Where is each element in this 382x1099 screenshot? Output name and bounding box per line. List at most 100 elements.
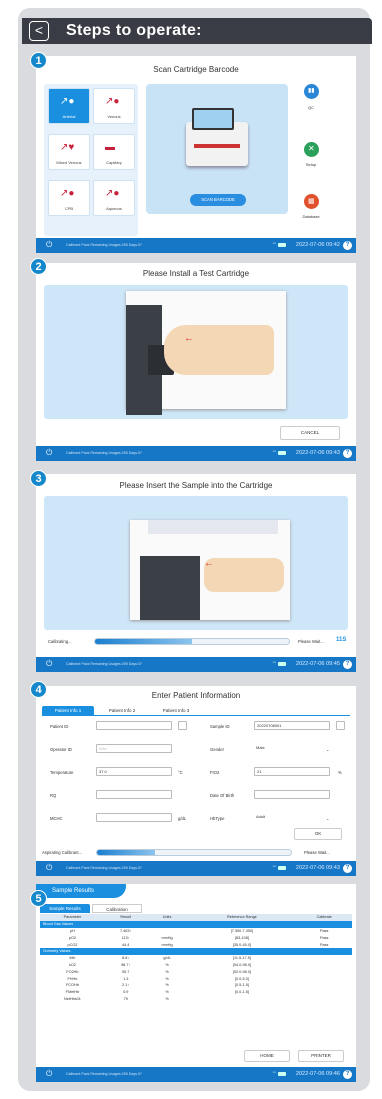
printer-icon: ▭ <box>272 1070 276 1074</box>
sample-id-field[interactable]: 20220706001 <box>254 721 330 730</box>
sample-id-label: Sample ID <box>210 724 230 729</box>
help-button[interactable]: ? <box>343 660 352 669</box>
tab-patient-info-1[interactable]: Patient Info 1 <box>42 706 94 715</box>
table-cell: % <box>165 996 169 1001</box>
power-icon[interactable]: ⏻ <box>46 240 56 250</box>
table-row: FO2Hb 95.7% [92.0-98.0] <box>40 968 352 975</box>
help-button[interactable]: ? <box>343 1070 352 1079</box>
table-cell: sO2 <box>68 962 76 967</box>
chevron-down-icon: ⌄ <box>326 816 330 821</box>
table-cell <box>296 996 352 1003</box>
table-cell: Pass <box>319 935 329 940</box>
rq-field[interactable] <box>96 790 172 799</box>
step4-screen: Enter Patient Information Patient Info 1… <box>36 686 356 876</box>
tools-icon: ✕ <box>308 144 315 153</box>
datetime: 2022-07-06 09:43 <box>295 450 340 456</box>
table-row: FHHb 1.3% [0.0-5.0] <box>40 975 352 982</box>
status-bar: ⏻ Calibrant Pack Remaining Usages:295 Day… <box>36 238 356 253</box>
power-icon[interactable]: ⏻ <box>46 659 56 669</box>
battery-icon <box>278 243 286 247</box>
patient-id-label: Patient ID <box>50 724 69 729</box>
database-button[interactable]: ▦ <box>304 194 319 209</box>
tile-aqueous[interactable]: ↗● Aqueous <box>93 180 135 216</box>
table-row: sO2 98.7↑% [94.0-98.0] <box>40 962 352 969</box>
tab-patient-info-3[interactable]: Patient Info 3 <box>150 706 202 715</box>
hand-image <box>204 558 284 592</box>
datetime: 2022-07-06 09:46 <box>295 1071 340 1077</box>
home-button[interactable]: HOME <box>244 1050 290 1062</box>
step3-screen: Please Insert the Sample into the Cartri… <box>36 474 356 672</box>
help-button[interactable]: ? <box>343 864 352 873</box>
status-bar: ⏻ Calibrant Pack Remaining Usages:295 Day… <box>36 446 356 461</box>
insert-illustration: ← <box>44 496 348 630</box>
patient-id-field[interactable] <box>96 721 172 730</box>
mchc-field[interactable] <box>96 813 172 822</box>
printer-icon: ▭ <box>272 241 276 245</box>
printer-button[interactable]: PRINTER <box>298 1050 344 1062</box>
fio2-field[interactable]: 21 <box>254 767 330 776</box>
column-header: Reference Range <box>187 914 297 921</box>
qc-button[interactable]: ▮▮ <box>304 84 319 99</box>
table-cell: [0.0-1.5] <box>234 990 249 995</box>
help-button[interactable]: ? <box>343 449 352 458</box>
tile-capillary[interactable]: ▬ Capillary <box>93 134 135 170</box>
analyzer-device-image <box>186 108 248 166</box>
tab-patient-info-2[interactable]: Patient Info 2 <box>96 706 148 715</box>
power-icon[interactable]: ⏻ <box>46 863 56 873</box>
power-icon[interactable]: ⏻ <box>46 1069 56 1079</box>
status-bar: ⏻ Calibrant Pack Remaining Usages:295 Day… <box>36 861 356 876</box>
syringe-drop-icon: ↗● <box>60 96 75 107</box>
calibrating-label: Calibrating... <box>48 639 72 644</box>
fio2-label: FIO2 <box>210 770 220 775</box>
keyboard-icon[interactable] <box>178 721 187 730</box>
table-cell: FHHb <box>67 976 78 981</box>
table-cell: 79 <box>123 996 128 1001</box>
dob-label: Date Of Birth <box>210 793 235 798</box>
dob-field[interactable] <box>254 790 330 799</box>
temperature-field[interactable]: 37.0 <box>96 767 172 776</box>
table-cell: 8.8↓ <box>122 956 130 961</box>
tile-mixed-venous[interactable]: ↗♥ Mixed Venous <box>48 134 90 170</box>
capillary-tube-icon: ▬ <box>105 142 115 153</box>
tile-venous[interactable]: ↗● Venous <box>93 88 135 124</box>
tab-sample-results[interactable]: Sample Results <box>40 904 90 913</box>
keyboard-icon[interactable] <box>336 721 345 730</box>
table-cell: % <box>165 962 169 967</box>
table-cell: [92.0-98.0] <box>232 969 251 974</box>
step-number-2: 2 <box>30 258 47 275</box>
table-cell: [0.0-5.0] <box>234 976 249 981</box>
datetime: 2022-07-06 09:42 <box>295 242 340 248</box>
cancel-button[interactable]: CANCEL <box>280 426 340 440</box>
datetime: 2022-07-06 09:45 <box>295 661 340 667</box>
gender-select[interactable]: Male <box>254 744 330 753</box>
table-cell <box>296 968 352 975</box>
table-cell: % <box>165 983 169 988</box>
back-button[interactable]: < <box>29 21 49 41</box>
table-cell: FO2Hb <box>66 969 79 974</box>
bars-icon: ▮▮ <box>308 88 315 94</box>
qc-label: QC <box>308 105 314 110</box>
operator-id-field[interactable]: Infin <box>96 744 172 753</box>
battery-icon <box>278 451 286 455</box>
column-header: Parameter <box>40 914 105 921</box>
step4-title: Enter Patient Information <box>151 691 241 700</box>
table-cell: [35.0-45.0] <box>232 942 251 947</box>
help-button[interactable]: ? <box>343 241 352 250</box>
scan-barcode-button[interactable]: SCAN BARCODE <box>190 194 246 206</box>
table-cell: 0.9 <box>123 990 129 995</box>
operator-id-label: Operator ID <box>50 747 72 752</box>
mchc-unit: g/dL <box>178 816 187 821</box>
fio2-unit: % <box>338 770 342 775</box>
tile-cpb[interactable]: ↗● CPB <box>48 180 90 216</box>
power-icon[interactable]: ⏻ <box>46 448 56 458</box>
table-cell <box>187 996 296 1003</box>
tile-arterial[interactable]: ↗● Arterial <box>48 88 90 124</box>
ok-button[interactable]: OK <box>294 828 342 840</box>
setup-button[interactable]: ✕ <box>304 142 319 157</box>
temperature-unit: °C <box>178 770 183 775</box>
table-header-row: Parameter Result Units Reference Range Calib… <box>40 914 352 921</box>
table-cell: 98.7↑ <box>121 962 131 967</box>
step2-screen: Please Install a Test Cartridge ← CANCEL… <box>36 263 356 461</box>
tab-calibration[interactable]: Calibration <box>92 904 142 913</box>
hbtype-select[interactable]: Adult <box>254 813 330 822</box>
